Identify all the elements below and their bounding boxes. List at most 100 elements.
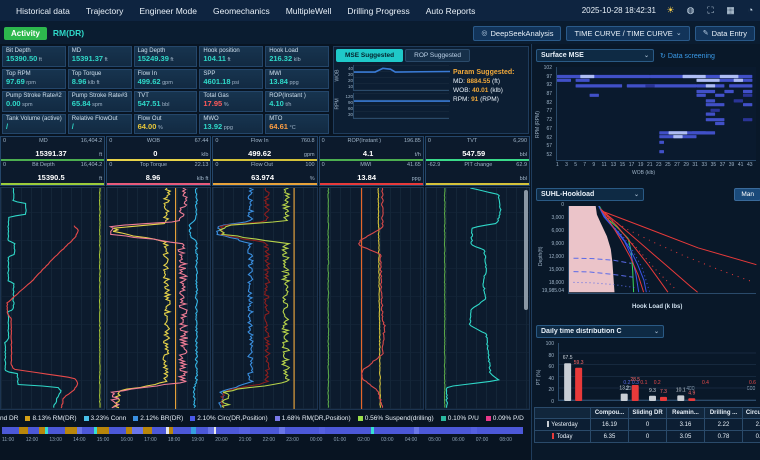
user-icon[interactable]: ◔ [745,5,756,16]
surface-mse-select[interactable]: Surface MSE ⌄ [536,49,654,62]
track-plot-4[interactable] [425,187,530,410]
timeline-segment [109,427,126,434]
heatmap-xtick: 31 [692,162,701,169]
track-headers: 0MD16,404.215391.37ft0Bit Depth16,404.21… [0,136,530,186]
current-activity-label: RM(DR) [53,28,84,38]
timeline-segment [173,427,190,434]
daily-ytick: 60 [542,364,556,376]
heatmap-xtick: 19 [638,162,647,169]
mini-ylabel: RPM [335,103,341,110]
chevron-down-icon: ⌄ [626,191,639,198]
data-tile-hook-position: Hook position104.11 ft [199,46,263,67]
curve-min: 0 [322,138,325,144]
track-plot-2[interactable] [212,187,317,410]
nav-item-5[interactable]: Drilling Progress [347,6,409,16]
daily-bar-chart[interactable]: 67.559.313.228.59.37.310.14.9 [558,343,756,401]
heatmap-xtick: 11 [601,162,610,169]
legend-item-3: 2.12% BR(DR) [133,415,183,422]
apps-grid-icon[interactable]: ▦ [725,5,736,16]
daily-table-header: Reamin... [667,408,705,419]
chevron-down-icon: ⌄ [646,328,659,335]
timeline-segment [28,427,39,434]
suhl-ytick: 0 [561,202,564,208]
curve-name: PIT change [464,162,492,168]
svg-text:13.2: 13.2 [619,386,629,392]
heatmap-xtick: 43 [747,162,756,169]
nav-item-3[interactable]: Geomechanics [213,6,270,16]
surface-mse-heatmap[interactable] [556,67,756,161]
tile-unit: ppg [288,80,299,86]
legend-item-0: nd DR [0,415,18,422]
suhl-chart[interactable] [568,206,756,294]
curve-name: Top Torque [140,162,167,168]
curve-value-row: 499.62gpm [213,149,316,161]
curve-header-md: 0MD16,404.215391.37ft [1,137,104,161]
svg-text:59.3: 59.3 [574,360,584,366]
time-tick-label: 13:00 [49,437,73,447]
nav-item-1[interactable]: Trajectory [86,6,123,16]
time-tick-label: 08:00 [499,437,523,447]
legend-label: 8.13% RM(DR) [32,415,76,422]
curve-mode-select[interactable]: TIME CURVE / TIME CURVE ⌄ [566,26,689,41]
daily-distribution-select[interactable]: Daily time distribution C ⌄ [536,325,664,338]
daily-cell: 2.42 [743,419,760,431]
curve-name: MWI [360,162,371,168]
curve-max: 16,404.2 [81,138,102,144]
tab-rop-suggested[interactable]: ROP Suggested [405,49,470,62]
curve-value: 499.62 [215,149,304,158]
track-header-3: 0ROP(Instant )196.854.1t/h0MWI41.6513.84… [319,136,424,186]
tile-value: / [6,122,62,131]
heatmap-xtick: 17 [629,162,638,169]
curve-value-row: 13.84ppg [320,173,423,185]
curve-min: 0 [3,138,6,144]
nav-item-2[interactable]: Engineer Mode [139,6,197,16]
suhl-hookload-select[interactable]: SUHL-Hookload ⌄ [536,188,644,201]
data-tile-md: MD15391.37 ft [68,46,132,67]
tab-mse-suggested[interactable]: MSE Suggested [336,49,403,62]
track-plot-0[interactable] [0,187,105,410]
track-plot-3[interactable] [319,187,424,410]
heatmap-xtick: 35 [711,162,720,169]
heatmap-xtick: 29 [683,162,692,169]
daily-cell: 2.22 [705,419,743,431]
theme-sun-icon[interactable]: ☀ [665,5,676,16]
suhl-xlabel: Hook Load (k lbs) [632,304,682,310]
data-tile-top-torque: Top Torque8.96 klb ft [68,69,132,90]
data-entry-button[interactable]: ✎ Data Entry [695,26,755,41]
svg-text:9.3: 9.3 [649,388,656,394]
curve-value-row: 63.974% [213,173,316,185]
time-tick-label: 01:00 [334,437,358,447]
tile-unit: klb [292,57,301,63]
suhl-ytick: 18,000 [549,280,564,286]
tile-value: 4601.18 psi [203,77,259,86]
heatmap-xtick: 3 [565,162,574,169]
track-plot-1[interactable] [106,187,211,410]
heatmap-xtick: 9 [592,162,601,169]
nav-item-4[interactable]: MultipleWell [286,6,332,16]
curve-range-row: 0Flow Out100 [213,161,316,168]
data-screening-link[interactable]: ↻ Data screening [660,52,715,60]
tile-label: Tank Volume (active) [6,116,62,122]
time-tick-label: 00:00 [310,437,334,447]
nav-item-0[interactable]: Historical data [16,6,70,16]
legend-label: 0.09% P/D [493,415,524,422]
track-header-1: 0WOB67.440klb0Top Torque22.138.96klb ft [106,136,211,186]
activity-timeline-strip[interactable] [2,427,523,434]
curve-header-wob: 0WOB67.440klb [107,137,210,161]
data-tile-top-rpm: Top RPM97.69 rpm [2,69,66,90]
curve-header-pit-change: -62.9PIT change62.9bbl [426,161,529,185]
legend-swatch [441,416,446,421]
nav-item-6[interactable]: Auto Reports [426,6,476,16]
time-tick-label: 17:00 [144,437,168,447]
curve-value-row: bbl [426,176,529,185]
curve-range-row: 0WOB67.44 [107,137,210,144]
language-icon[interactable]: ◍ [685,5,696,16]
deepseek-analysis-button[interactable]: ◎ DeepSeekAnalysis [473,26,561,41]
tile-unit: psi [231,80,240,86]
timeline-segment [325,427,371,434]
heatmap-ytick: 62 [540,135,554,144]
fullscreen-icon[interactable]: ⛶ [705,5,716,16]
manage-button[interactable]: Man [734,188,760,201]
timeline-segment [97,427,108,434]
track-scrollbar[interactable] [524,190,528,310]
